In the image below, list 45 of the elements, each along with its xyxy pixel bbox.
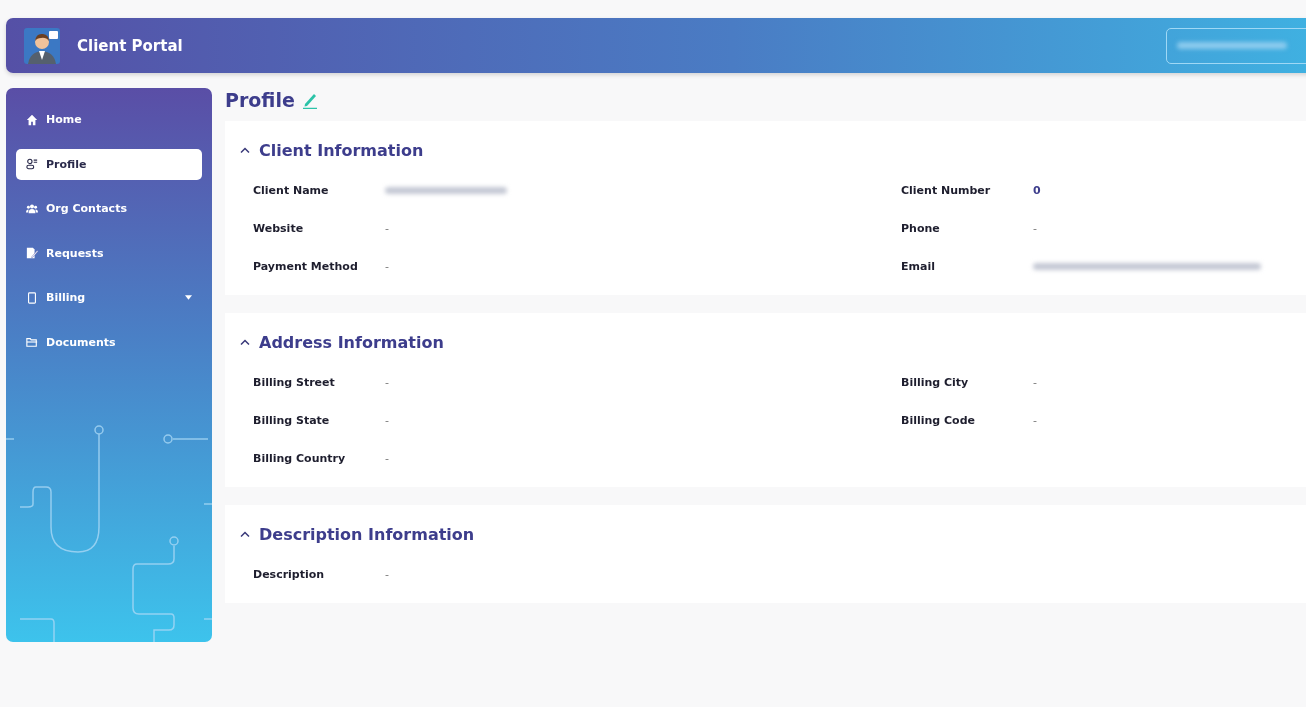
field-label: Billing Country <box>253 451 347 465</box>
sidebar-item[interactable]: Home <box>16 104 202 135</box>
field-value: - <box>1033 221 1037 235</box>
pencil-icon[interactable] <box>301 91 318 109</box>
people-icon <box>26 202 38 215</box>
field-value: 0 <box>1033 183 1041 197</box>
field-label: Payment Method <box>253 259 359 273</box>
field-label: Client Number <box>901 183 992 197</box>
field-label: Billing City <box>901 375 970 389</box>
field-label: Billing Street <box>253 375 336 389</box>
chevron-icon <box>240 531 250 537</box>
field-label: Phone <box>901 221 941 235</box>
field-label: Website <box>253 221 305 235</box>
chevron-icon <box>240 339 250 345</box>
folder-icon <box>26 336 38 348</box>
id-card-icon <box>26 158 38 170</box>
field-value: - <box>385 413 389 427</box>
section-header[interactable]: Client Information <box>240 139 1306 161</box>
user-avatar-icon <box>24 27 60 64</box>
field-value: - <box>385 259 389 273</box>
portal-title: Client Portal <box>77 36 183 55</box>
field-value: - <box>385 567 389 581</box>
field-value: - <box>1033 375 1037 389</box>
field-value: - <box>385 375 389 389</box>
sidebar-item[interactable]: Profile <box>16 148 202 180</box>
account-button[interactable] <box>1166 27 1306 64</box>
field-label: Billing State <box>253 413 331 427</box>
chevron-icon <box>240 147 250 153</box>
sidebar-item[interactable]: Org Contacts <box>16 193 202 224</box>
section-header[interactable]: Address Information <box>240 331 1306 353</box>
sidebar-item[interactable]: Documents <box>16 326 202 358</box>
field-label: Billing Code <box>901 413 976 427</box>
document-pen-icon <box>26 247 38 259</box>
sidebar-item[interactable]: Requests <box>16 237 202 269</box>
field-label: Client Name <box>253 183 330 197</box>
field-value: - <box>385 451 389 465</box>
phone-icon <box>26 291 38 304</box>
sidebar-item[interactable]: Billing <box>16 282 202 313</box>
field-label: Email <box>901 259 936 273</box>
page-title: Profile <box>225 89 295 111</box>
field-value: - <box>385 221 389 235</box>
house-icon <box>26 113 38 126</box>
section-header[interactable]: Description Information <box>240 523 1306 545</box>
field-value: - <box>1033 413 1037 427</box>
field-label: Description <box>253 567 326 581</box>
